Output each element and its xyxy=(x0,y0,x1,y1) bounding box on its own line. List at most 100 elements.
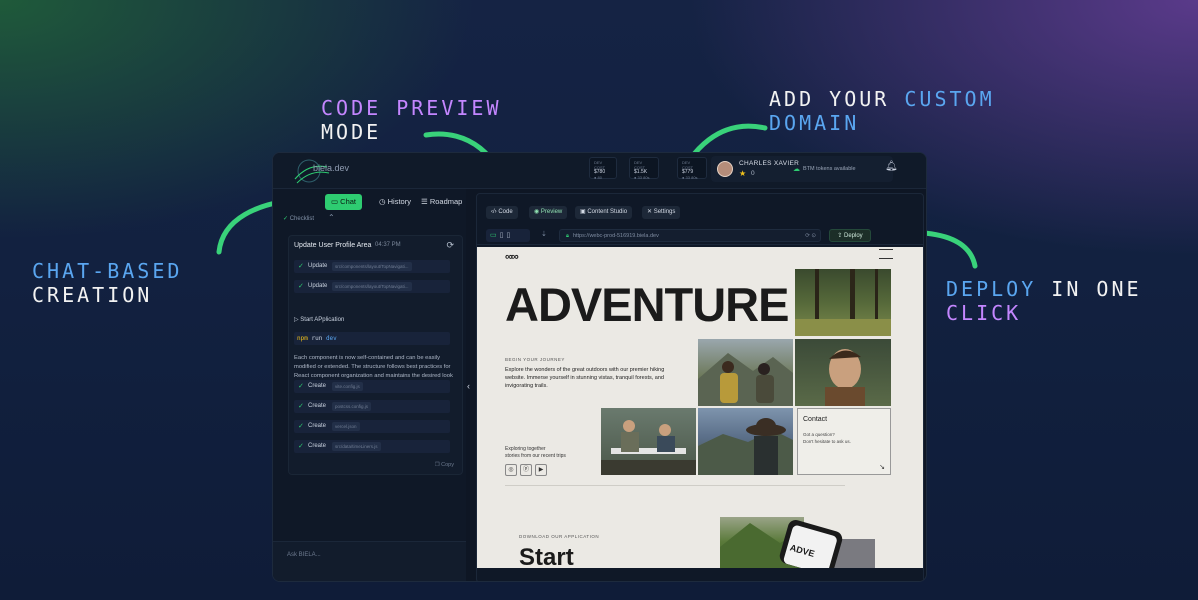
tab-chat-label: Chat xyxy=(340,197,357,206)
intro-text: Explore the wonders of the great outdoor… xyxy=(505,367,665,389)
tab-content-studio[interactable]: ▣ Content Studio xyxy=(575,206,633,219)
copy-button[interactable]: ❐ Copy xyxy=(435,462,454,468)
checklist-toggle[interactable]: ✓ Checklist ⌃ xyxy=(283,213,335,222)
step-action: Create xyxy=(308,423,327,429)
device-toggle[interactable]: ▭▯▯ xyxy=(486,229,530,242)
tab-settings[interactable]: ✕ Settings xyxy=(642,206,681,219)
refresh-icon[interactable]: ⟳ xyxy=(446,240,454,251)
contact-card[interactable]: Contact Got a question? Don't hesitate t… xyxy=(797,408,891,475)
tab-chat[interactable]: ▭ Chat xyxy=(325,194,363,210)
site-preview: ∞∞ ADVENTURE BEGIN YOUR JOURNEY Explore … xyxy=(477,247,923,568)
photo-forest xyxy=(795,269,891,336)
stat-dev-cost-1: DEV COST $780 ● 80 xyxy=(589,157,617,180)
explore-text: Exploring together stories from our rece… xyxy=(505,446,566,460)
checklist-label: Checklist xyxy=(289,216,315,222)
youtube-icon[interactable]: ▶ xyxy=(535,464,547,476)
explore-line2: stories from our recent trips xyxy=(505,453,566,459)
chevron-up-icon: ⌃ xyxy=(328,213,335,222)
callout-domain-b: CUSTOM xyxy=(904,87,995,111)
tab-history[interactable]: ◷ History xyxy=(379,194,411,210)
chevron-left-icon[interactable]: ‹ xyxy=(467,381,470,391)
step-path: vercel.json xyxy=(332,422,360,431)
tab-history-label: History xyxy=(387,197,411,206)
phone-mockup: ADVE xyxy=(777,518,845,568)
stat-dev-cost-3: DEV COST $779 ● 33 80s xyxy=(677,157,707,180)
check-icon: ✓ xyxy=(298,263,304,270)
lock-icon: 🔒︎ xyxy=(566,233,569,239)
contact-q2: Don't hesitate to ask us. xyxy=(803,439,851,444)
callout-deploy-a: DEPLOY xyxy=(946,277,1037,301)
deploy-button[interactable]: ⇪ Deploy xyxy=(829,229,871,242)
step-create-2: ✓ Create postcss.config.js xyxy=(294,400,450,413)
brand-name: biela.dev xyxy=(313,163,350,173)
avatar[interactable] xyxy=(717,161,733,177)
tab-content-label: Content Studio xyxy=(587,209,628,215)
desktop-icon[interactable]: ▭ xyxy=(490,232,500,239)
begin-label: BEGIN YOUR JOURNEY xyxy=(505,357,565,362)
callout-deploy-b: IN ONE xyxy=(1036,277,1142,301)
user-name: CHARLES XAVIER xyxy=(739,160,800,167)
address-field[interactable]: 🔒︎ https://webc-prod-516919.biela.dev ⟳ ⊙ xyxy=(559,229,821,242)
eye-icon: ◉ xyxy=(534,209,541,215)
photo-man-looking-up xyxy=(795,339,891,406)
tokens-label: BTM tokens available xyxy=(803,166,856,172)
site-logo-icon: ∞∞ xyxy=(505,251,519,263)
callout-chat-based: CHAT-BASED CREATION xyxy=(32,259,182,307)
menu-icon[interactable] xyxy=(879,249,893,259)
cloud-icon: ☁ xyxy=(793,166,800,173)
preview-panel: ‹/› Code ◉ Preview ▣ Content Studio ✕ Se… xyxy=(476,193,924,581)
mobile-icon[interactable]: ▯ xyxy=(506,232,513,239)
stat-sub: ● 33 80s xyxy=(682,175,698,180)
check-icon: ✓ xyxy=(283,216,290,222)
step-create-3: ✓ Create vercel.json xyxy=(294,420,450,433)
step-action: Create xyxy=(308,403,327,409)
photo-hat-hiker xyxy=(698,408,793,475)
step-path: src/components/layout/TopNavigati... xyxy=(332,282,412,291)
list-icon: ☰ xyxy=(421,197,430,206)
phone-screen-text: ADVE xyxy=(782,524,838,568)
top-bar: biela.dev DEV COST $780 ● 80 DEV COST $1… xyxy=(273,153,926,189)
tab-settings-label: Settings xyxy=(653,209,676,215)
check-icon: ✓ xyxy=(298,283,304,290)
tab-roadmap-label: Roadmap xyxy=(429,197,463,206)
user-panel[interactable]: CHARLES XAVIER ★ 0 ☁ BTM tokens availabl… xyxy=(711,156,893,182)
tab-roadmap[interactable]: ☰ Roadmap xyxy=(421,194,462,210)
pointer-icon[interactable]: ⇣ xyxy=(541,230,547,238)
pinterest-icon[interactable]: ⓟ xyxy=(520,464,532,476)
callout-deploy-line2: CLICK xyxy=(946,301,1022,325)
task-card: Update User Profile Area 04:37 PM ⟳ ✓ Upd… xyxy=(288,235,463,475)
step-action: Update xyxy=(308,263,328,269)
callout-domain-a: ADD YOUR xyxy=(769,87,905,111)
callout-code-preview: CODE PREVIEW MODE xyxy=(321,96,502,144)
npm-b: run xyxy=(311,335,323,342)
address-url: https://webc-prod-516919.biela.dev xyxy=(572,233,659,239)
tab-preview[interactable]: ◉ Preview xyxy=(529,206,568,219)
callout-code-preview-line2: MODE xyxy=(321,120,382,144)
url-bar: ▭▯▯ ⇣ 🔒︎ https://webc-prod-516919.biela.d… xyxy=(477,227,923,245)
step-update-2: ✓ Update src/components/layout/TopNavigati… xyxy=(294,280,450,293)
step-path: vite.config.js xyxy=(332,382,363,391)
arrow-down-right-icon[interactable]: ↘ xyxy=(879,463,885,471)
stat-sub: ● 80 xyxy=(594,175,602,180)
bell-icon[interactable]: 🔔︎ xyxy=(885,161,898,172)
npm-command: npm run dev xyxy=(294,332,450,345)
step-action: Create xyxy=(308,443,327,449)
contact-title: Contact xyxy=(803,416,828,423)
check-icon: ✓ xyxy=(298,443,304,450)
instagram-icon[interactable]: ◎ xyxy=(505,464,517,476)
step-create-4: ✓ Create src/data/timeLiners.js xyxy=(294,440,450,453)
chat-panel: ▭ Chat ◷ History ☰ Roadmap ✓ Checklist ⌃ … xyxy=(273,189,466,581)
download-label: DOWNLOAD OUR APPLICATION xyxy=(519,534,600,539)
reload-icon[interactable]: ⟳ ⊙ xyxy=(805,230,816,242)
stat-sub: ● 33 80s xyxy=(634,175,650,180)
step-path: postcss.config.js xyxy=(332,402,372,411)
chat-input-area[interactable]: Ask BIELA... 🔗︎🎤︎✂⟳ xyxy=(273,541,466,581)
history-icon: ◷ xyxy=(379,197,388,206)
stat-dev-cost-2: DEV COST $1.5K ● 33 80s xyxy=(629,157,659,180)
user-stars: 0 xyxy=(751,170,755,177)
chat-input[interactable]: Ask BIELA... xyxy=(287,552,321,558)
upload-icon: ⇪ xyxy=(837,233,844,239)
copy-label: Copy xyxy=(441,462,454,468)
tab-code[interactable]: ‹/› Code xyxy=(486,206,518,219)
check-icon: ✓ xyxy=(298,383,304,390)
